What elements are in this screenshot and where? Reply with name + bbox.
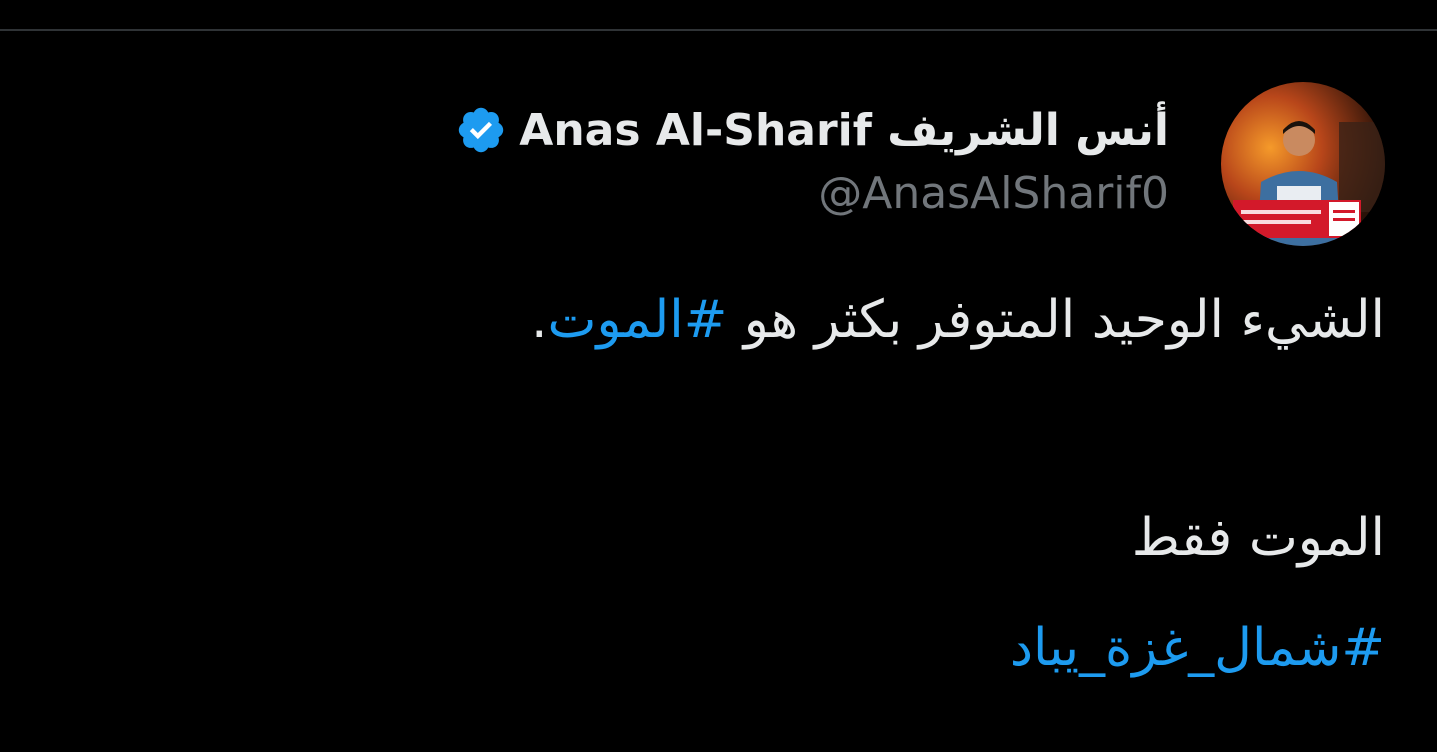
hashtag-link[interactable]: #الموت bbox=[548, 290, 728, 350]
hashtag-link[interactable]: #شمال_غزة_يباد bbox=[1010, 618, 1385, 678]
author-display-name[interactable]: أنس الشريف Anas Al-Sharif bbox=[519, 105, 1169, 156]
avatar-image bbox=[1221, 82, 1385, 246]
tweet-header: أنس الشريف Anas Al-Sharif @AnasAlSharif0 bbox=[455, 98, 1169, 219]
tweet-text-line-1: الشيء الوحيد المتوفر بكثر هو #الموت. bbox=[285, 290, 1385, 350]
author-avatar[interactable] bbox=[1221, 82, 1385, 246]
tweet-text-punctuation: . bbox=[531, 290, 548, 350]
tweet-text: الشيء الوحيد المتوفر بكثر هو bbox=[727, 290, 1385, 350]
author-handle[interactable]: @AnasAlSharif0 bbox=[455, 168, 1169, 219]
tweet-text-line-3: #شمال_غزة_يباد bbox=[285, 618, 1385, 678]
verified-badge-icon[interactable] bbox=[455, 104, 507, 156]
name-row: أنس الشريف Anas Al-Sharif bbox=[455, 98, 1169, 162]
tweet-text-line-2: الموت فقط bbox=[1131, 508, 1385, 568]
